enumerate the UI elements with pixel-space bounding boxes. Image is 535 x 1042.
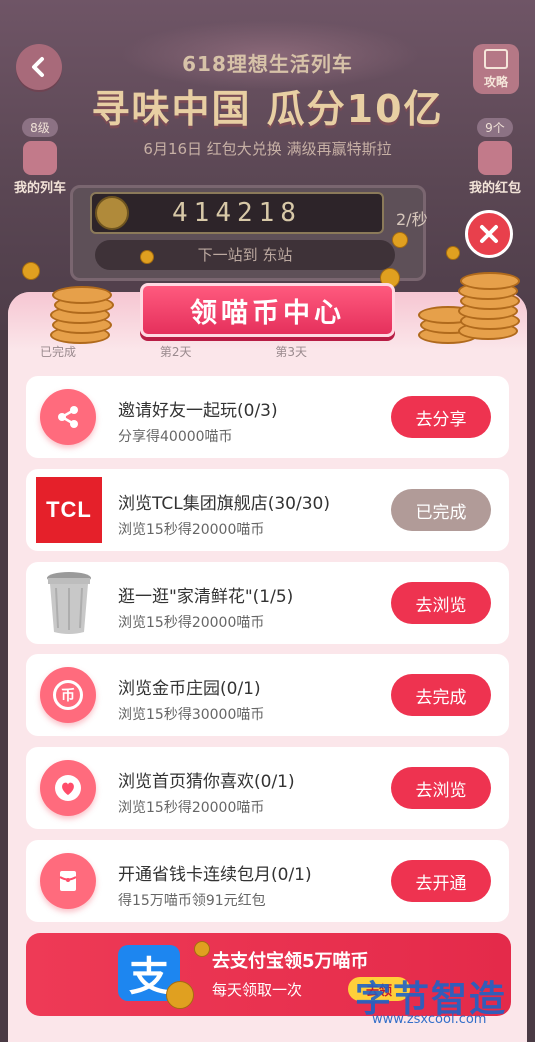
event-subtitle: 618理想生活列车 bbox=[182, 52, 353, 76]
browse-button[interactable]: 去浏览 bbox=[391, 767, 491, 809]
task-card: 逛一逛"家清鲜花"(1/5) 浏览15秒得20000喵币 去浏览 bbox=[26, 562, 509, 644]
scrolled-peek-row: 已完成 第2天 第3天 bbox=[40, 343, 500, 357]
task-title: 邀请好友一起玩(0/3) bbox=[118, 401, 278, 421]
guide-box-icon bbox=[484, 49, 508, 69]
coin-glyph: 币 bbox=[53, 680, 83, 710]
coin-sparkle bbox=[392, 232, 408, 248]
completed-button[interactable]: 已完成 bbox=[391, 489, 491, 531]
task-card: 币 浏览金币庄园(0/1) 浏览15秒得30000喵币 去完成 bbox=[26, 654, 509, 736]
close-icon bbox=[480, 225, 498, 243]
trash-bin-image bbox=[47, 572, 91, 634]
peek-item: 第3天 bbox=[275, 345, 307, 357]
red-packet-icon bbox=[40, 853, 96, 909]
coin-sparkle bbox=[446, 246, 460, 260]
red-packet-count-badge: 9个 bbox=[477, 118, 513, 137]
event-date-line: 6月16日 红包大兑换 满级再赢特斯拉 bbox=[143, 140, 392, 158]
strategy-button[interactable]: 攻略 bbox=[473, 44, 519, 94]
alipay-subtitle: 每天领取一次 bbox=[212, 981, 303, 999]
task-description: 浏览15秒得20000喵币 bbox=[118, 800, 265, 816]
share-icon bbox=[40, 389, 96, 445]
task-title: 开通省钱卡连续包月(0/1) bbox=[118, 865, 312, 885]
my-red-packet-button[interactable]: 9个 我的红包 bbox=[459, 118, 531, 196]
coin-stack-left bbox=[50, 282, 114, 344]
activate-button[interactable]: 去开通 bbox=[391, 860, 491, 902]
coin-icon bbox=[95, 196, 129, 230]
red-packet-icon bbox=[478, 141, 512, 175]
browse-button[interactable]: 去浏览 bbox=[391, 582, 491, 624]
my-train-label: 我的列车 bbox=[13, 181, 66, 196]
alipay-title: 去支付宝领5万喵币 bbox=[212, 951, 369, 972]
tcl-logo: TCL bbox=[36, 477, 102, 543]
watermark-url: www.zsxcool.com bbox=[372, 1012, 487, 1027]
task-title: 浏览金币庄园(0/1) bbox=[118, 679, 261, 699]
complete-button[interactable]: 去完成 bbox=[391, 674, 491, 716]
coin-sparkle bbox=[140, 250, 154, 264]
task-card: TCL 浏览TCL集团旗舰店(30/30) 浏览15秒得20000喵币 已完成 bbox=[26, 469, 509, 551]
peek-item: 第2天 bbox=[159, 345, 192, 357]
train-icon bbox=[23, 141, 57, 175]
task-description: 浏览15秒得20000喵币 bbox=[118, 522, 265, 538]
coin-counter: 414218 bbox=[90, 192, 384, 234]
coin-sparkle bbox=[22, 262, 40, 280]
my-red-packet-label: 我的红包 bbox=[468, 181, 521, 196]
close-button[interactable] bbox=[465, 210, 513, 258]
task-description: 得15万喵币领91元红包 bbox=[118, 893, 266, 909]
coin-stack-right bbox=[418, 270, 520, 344]
share-button[interactable]: 去分享 bbox=[391, 396, 491, 438]
task-title: 浏览首页猜你喜欢(0/1) bbox=[118, 772, 295, 792]
task-title: 逛一逛"家清鲜花"(1/5) bbox=[118, 587, 294, 607]
heart-icon bbox=[40, 760, 96, 816]
task-title: 浏览TCL集团旗舰店(30/30) bbox=[118, 494, 330, 514]
task-card: 开通省钱卡连续包月(0/1) 得15万喵币领91元红包 去开通 bbox=[26, 840, 509, 922]
coin-icon: 币 bbox=[40, 667, 96, 723]
event-title: 寻味中国 瓜分10亿 bbox=[91, 87, 444, 131]
coin-sparkle bbox=[166, 981, 194, 1009]
task-card: 浏览首页猜你喜欢(0/1) 浏览15秒得20000喵币 去浏览 bbox=[26, 747, 509, 829]
modal-title: 领喵币中心 bbox=[140, 283, 395, 337]
task-card: 邀请好友一起玩(0/3) 分享得40000喵币 去分享 bbox=[26, 376, 509, 458]
task-description: 浏览15秒得30000喵币 bbox=[118, 707, 265, 723]
task-description: 浏览15秒得20000喵币 bbox=[118, 615, 265, 631]
peek-item: 已完成 bbox=[40, 345, 77, 357]
coin-sparkle bbox=[194, 941, 210, 957]
my-train-button[interactable]: 8级 我的列车 bbox=[4, 118, 76, 196]
strategy-label: 攻略 bbox=[483, 75, 508, 89]
coin-rate: 2/秒 bbox=[396, 210, 428, 229]
train-level-badge: 8级 bbox=[22, 118, 58, 137]
task-description: 分享得40000喵币 bbox=[118, 429, 233, 445]
